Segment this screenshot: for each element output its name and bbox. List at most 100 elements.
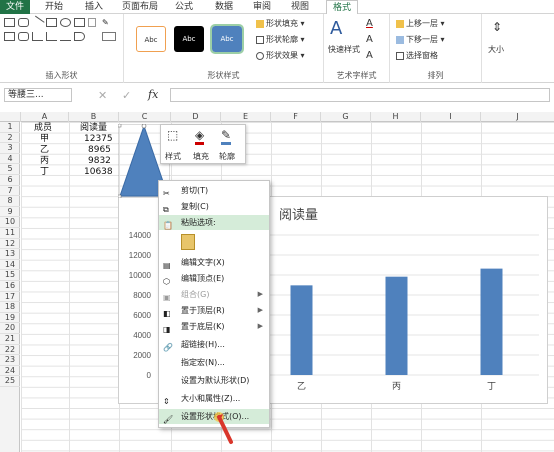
column-header[interactable]: F — [271, 112, 321, 122]
column-header[interactable]: A — [21, 112, 69, 122]
quick-styles-button[interactable]: 快速样式 — [328, 44, 360, 55]
square-shape-icon[interactable] — [74, 18, 85, 27]
text-fill-icon[interactable]: A — [366, 18, 373, 29]
shapes-more-icon[interactable] — [88, 18, 96, 27]
outline-icon[interactable]: ✎ — [221, 128, 232, 145]
formula-input[interactable] — [170, 88, 550, 102]
row-header[interactable]: 13 — [0, 249, 20, 260]
menu-size-properties[interactable]: ⇕ 大小和属性(Z)... — [159, 391, 269, 406]
tab-data[interactable]: 数据 — [210, 0, 238, 14]
style-sample-blue[interactable]: Abc — [210, 24, 244, 54]
shape-outline-button[interactable]: 形状轮廓 ▾ — [256, 34, 305, 45]
menu-edit-text[interactable]: ▤ 编辑文字(X) — [159, 255, 269, 270]
tab-page-layout[interactable]: 页面布局 — [118, 0, 162, 14]
tab-file[interactable]: 文件 — [0, 0, 30, 14]
send-backward-button[interactable]: 下移一层 ▾ — [396, 34, 445, 45]
edit-shape-icon[interactable]: ✎ — [102, 18, 116, 27]
row-header[interactable]: 22 — [0, 345, 20, 356]
row-header[interactable]: 23 — [0, 355, 20, 366]
select-all-corner[interactable] — [0, 112, 21, 122]
column-header[interactable]: I — [421, 112, 481, 122]
bring-forward-button[interactable]: 上移一层 ▾ — [396, 18, 445, 29]
menu-copy[interactable]: ⧉ 复制(C) — [159, 199, 269, 214]
row-header[interactable]: 19 — [0, 313, 20, 324]
cell-value[interactable]: 8965 — [88, 145, 111, 156]
row-header[interactable]: 6 — [0, 175, 20, 186]
row-header[interactable]: 2 — [0, 133, 20, 144]
text-outline-icon[interactable]: A — [366, 34, 373, 45]
row-header[interactable]: 21 — [0, 334, 20, 345]
row-header[interactable]: 3 — [0, 143, 20, 154]
textbox-insert-icon[interactable] — [102, 32, 116, 41]
column-header[interactable]: G — [321, 112, 371, 122]
row-header[interactable]: 9 — [0, 207, 20, 218]
mini-outline-button[interactable]: 轮廓 — [219, 151, 235, 162]
row-header[interactable]: 10 — [0, 217, 20, 228]
tab-review[interactable]: 审阅 — [248, 0, 276, 14]
column-header[interactable]: C — [119, 112, 171, 122]
menu-bring-to-front[interactable]: ◧ 置于顶层(R) ▶ — [159, 303, 269, 318]
style-sample-black[interactable]: Abc — [174, 26, 204, 52]
style-sample-outline[interactable]: Abc — [136, 26, 166, 52]
cell-member[interactable]: 丙 — [40, 156, 49, 167]
row-header[interactable]: 8 — [0, 196, 20, 207]
menu-set-default[interactable]: 设置为默认形状(D) — [159, 373, 269, 388]
row-header[interactable]: 25 — [0, 376, 20, 387]
column-header[interactable]: H — [371, 112, 421, 122]
row-header[interactable]: 14 — [0, 260, 20, 271]
mini-style-button[interactable]: 样式 — [165, 151, 181, 162]
elbow-shape-icon[interactable] — [32, 32, 43, 41]
textbox-shape-icon[interactable] — [46, 18, 57, 27]
paste-keep-icon[interactable] — [181, 234, 195, 250]
rounded-rect-shape-icon[interactable] — [18, 18, 29, 27]
flowchart-shape-icon[interactable] — [74, 32, 85, 41]
row-header[interactable]: 18 — [0, 302, 20, 313]
row-header[interactable]: 17 — [0, 292, 20, 303]
row-header[interactable]: 20 — [0, 323, 20, 334]
selection-pane-button[interactable]: 选择窗格 — [396, 50, 438, 61]
tab-insert[interactable]: 插入 — [80, 0, 108, 14]
cell-member[interactable]: 乙 — [40, 145, 49, 156]
menu-cut[interactable]: ✂ 剪切(T) — [159, 183, 269, 198]
row-header[interactable]: 11 — [0, 228, 20, 239]
tab-formulas[interactable]: 公式 — [170, 0, 198, 14]
column-header[interactable]: E — [221, 112, 271, 122]
connector-shape-icon[interactable] — [46, 32, 57, 41]
menu-hyperlink[interactable]: 🔗 超链接(H)... — [159, 337, 269, 352]
row-header[interactable]: 15 — [0, 270, 20, 281]
wordart-a-icon[interactable]: A — [330, 18, 342, 39]
cell-value[interactable]: 12375 — [84, 134, 113, 145]
tab-format[interactable]: 格式 — [326, 0, 358, 14]
menu-group[interactable]: ▣ 组合(G) ▶ — [159, 287, 269, 302]
rect2-shape-icon[interactable] — [4, 32, 15, 41]
shape-effects-button[interactable]: 形状效果 ▾ — [256, 50, 305, 61]
fx-icon[interactable]: fx — [148, 88, 158, 101]
shape-fill-button[interactable]: 形状填充 ▾ — [256, 18, 305, 29]
tab-home[interactable]: 开始 — [40, 0, 68, 14]
tab-view[interactable]: 视图 — [286, 0, 314, 14]
fill-icon[interactable]: ◈ — [195, 128, 205, 145]
name-box[interactable]: 等腰三... — [4, 88, 72, 102]
row-header[interactable]: 1 — [0, 122, 20, 133]
column-header[interactable]: B — [69, 112, 119, 122]
cell-value[interactable]: 10638 — [84, 167, 113, 178]
rounded-rect2-shape-icon[interactable] — [18, 32, 29, 41]
column-header[interactable]: D — [171, 112, 221, 122]
text-effects-icon[interactable]: A — [366, 50, 373, 61]
size-button[interactable]: 大小 — [488, 44, 504, 55]
menu-edit-points[interactable]: ⬡ 编辑顶点(E) — [159, 271, 269, 286]
oval-shape-icon[interactable] — [60, 18, 71, 27]
line-shape-icon[interactable] — [30, 15, 45, 30]
style-icon[interactable]: ⬚ — [167, 128, 178, 142]
row-header[interactable]: 12 — [0, 239, 20, 250]
row-header[interactable]: 5 — [0, 164, 20, 175]
cell-header-member[interactable]: 成员 — [34, 123, 52, 134]
cell-member[interactable]: 丁 — [40, 167, 49, 178]
cell-header-reads[interactable]: 阅读量 — [80, 123, 107, 134]
arrow-shape-icon[interactable] — [60, 32, 71, 41]
row-header[interactable]: 7 — [0, 186, 20, 197]
row-header[interactable]: 16 — [0, 281, 20, 292]
menu-assign-macro[interactable]: 指定宏(N)... — [159, 355, 269, 370]
menu-send-to-back[interactable]: ◨ 置于底层(K) ▶ — [159, 319, 269, 334]
cancel-icon[interactable]: ✕ — [98, 89, 107, 102]
